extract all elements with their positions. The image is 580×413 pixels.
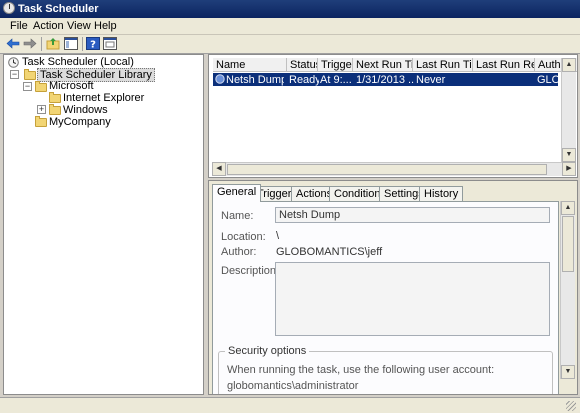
task-list[interactable]: Name Status Triggers Next Run Time Last …: [208, 54, 578, 178]
task-details: General Triggers Actions Conditions Sett…: [208, 180, 578, 395]
tree-item-internet-explorer[interactable]: Internet Explorer: [63, 92, 144, 104]
tree-item-windows[interactable]: Windows: [63, 104, 108, 116]
column-header-name[interactable]: Name: [213, 58, 287, 72]
svg-text:?: ?: [90, 40, 96, 51]
scroll-left-arrow-icon[interactable]: ◀: [212, 162, 226, 176]
column-header-triggers[interactable]: Triggers: [318, 58, 353, 72]
tab-general[interactable]: General: [212, 184, 262, 202]
task-scheduler-clock-icon: [3, 2, 15, 14]
description-field[interactable]: [275, 262, 550, 336]
scroll-up-arrow-icon[interactable]: ▲: [561, 201, 575, 215]
clock-icon: [8, 57, 19, 68]
task-author: GLO...: [537, 74, 558, 86]
console-tree[interactable]: Task Scheduler (Local) − Task Scheduler …: [3, 54, 204, 395]
security-options-legend: Security options: [225, 345, 310, 357]
scroll-up-arrow-icon[interactable]: ▲: [562, 58, 576, 72]
collapse-expander[interactable]: −: [10, 70, 19, 79]
folder-icon: [49, 92, 61, 103]
toolbar-separator: [41, 37, 42, 51]
scroll-thumb[interactable]: [562, 216, 574, 272]
name-label: Name:: [221, 210, 254, 222]
task-name: Netsh Dump: [226, 74, 284, 86]
location-label: Location:: [221, 231, 266, 243]
task-last-run-time: Never: [416, 74, 446, 86]
tree-item-microsoft[interactable]: Microsoft: [49, 80, 94, 92]
toolbar-separator: [82, 37, 83, 51]
folder-icon: [24, 69, 36, 80]
column-header-last-run-time[interactable]: Last Run Time: [413, 58, 473, 72]
task-status: Ready: [289, 74, 319, 86]
up-folder-icon[interactable]: [46, 37, 60, 50]
column-header-last-run-result[interactable]: Last Run Result: [473, 58, 535, 72]
scroll-thumb[interactable]: [227, 164, 547, 175]
forward-arrow-icon[interactable]: [23, 37, 37, 50]
column-header-next-run-time[interactable]: Next Run Time: [353, 58, 413, 72]
menu-help[interactable]: Help: [94, 20, 117, 32]
help-icon[interactable]: ?: [86, 37, 100, 50]
window-title: Task Scheduler: [18, 3, 99, 15]
horizontal-scrollbar[interactable]: ◀ ▶: [212, 162, 576, 176]
location-value: \: [276, 230, 280, 242]
table-row[interactable]: Netsh Dump Ready At 9:... 1/31/2013 ... …: [213, 73, 558, 86]
task-next-run-time: 1/31/2013 ...: [356, 74, 414, 86]
menu-file[interactable]: File: [10, 20, 28, 32]
show-hide-console-tree-icon[interactable]: [64, 37, 78, 50]
author-label: Author:: [221, 246, 257, 258]
resize-grip-icon[interactable]: [566, 401, 576, 411]
task-icon: [215, 74, 225, 84]
status-bar: [0, 397, 580, 413]
expand-expander[interactable]: +: [37, 105, 46, 114]
security-account: globomantics\administrator: [227, 380, 359, 392]
details-vertical-scrollbar[interactable]: ▲ ▼: [560, 201, 575, 379]
menu-bar: File Action View Help: [0, 18, 580, 35]
properties-icon[interactable]: [103, 37, 117, 50]
folder-icon: [35, 116, 47, 127]
tab-history[interactable]: History: [419, 186, 464, 201]
folder-icon: [35, 81, 47, 92]
task-triggers: At 9:...: [320, 74, 352, 86]
name-field[interactable]: Netsh Dump: [275, 207, 550, 223]
general-tab-panel: Name: Netsh Dump Location: \ Author: GLO…: [212, 201, 559, 394]
security-text: When running the task, use the following…: [227, 364, 495, 376]
toolbar: ?: [0, 35, 580, 54]
tree-item-root[interactable]: Task Scheduler (Local): [22, 56, 134, 68]
menu-action[interactable]: Action: [33, 20, 64, 32]
vertical-scrollbar[interactable]: ▲ ▼: [561, 58, 576, 162]
author-value: GLOBOMANTICS\jeff: [276, 246, 383, 258]
back-arrow-icon[interactable]: [6, 37, 20, 50]
scroll-right-arrow-icon[interactable]: ▶: [562, 162, 576, 176]
security-options-group: Security options When running the task, …: [218, 345, 553, 394]
collapse-expander[interactable]: −: [23, 82, 32, 91]
column-header-status[interactable]: Status: [287, 58, 318, 72]
description-label: Description:: [221, 265, 280, 277]
title-bar[interactable]: Task Scheduler: [0, 0, 580, 18]
folder-icon: [49, 104, 61, 115]
scroll-down-arrow-icon[interactable]: ▼: [561, 365, 575, 379]
menu-view[interactable]: View: [67, 20, 91, 32]
scroll-down-arrow-icon[interactable]: ▼: [562, 148, 576, 162]
tree-item-mycompany[interactable]: MyCompany: [49, 116, 111, 128]
